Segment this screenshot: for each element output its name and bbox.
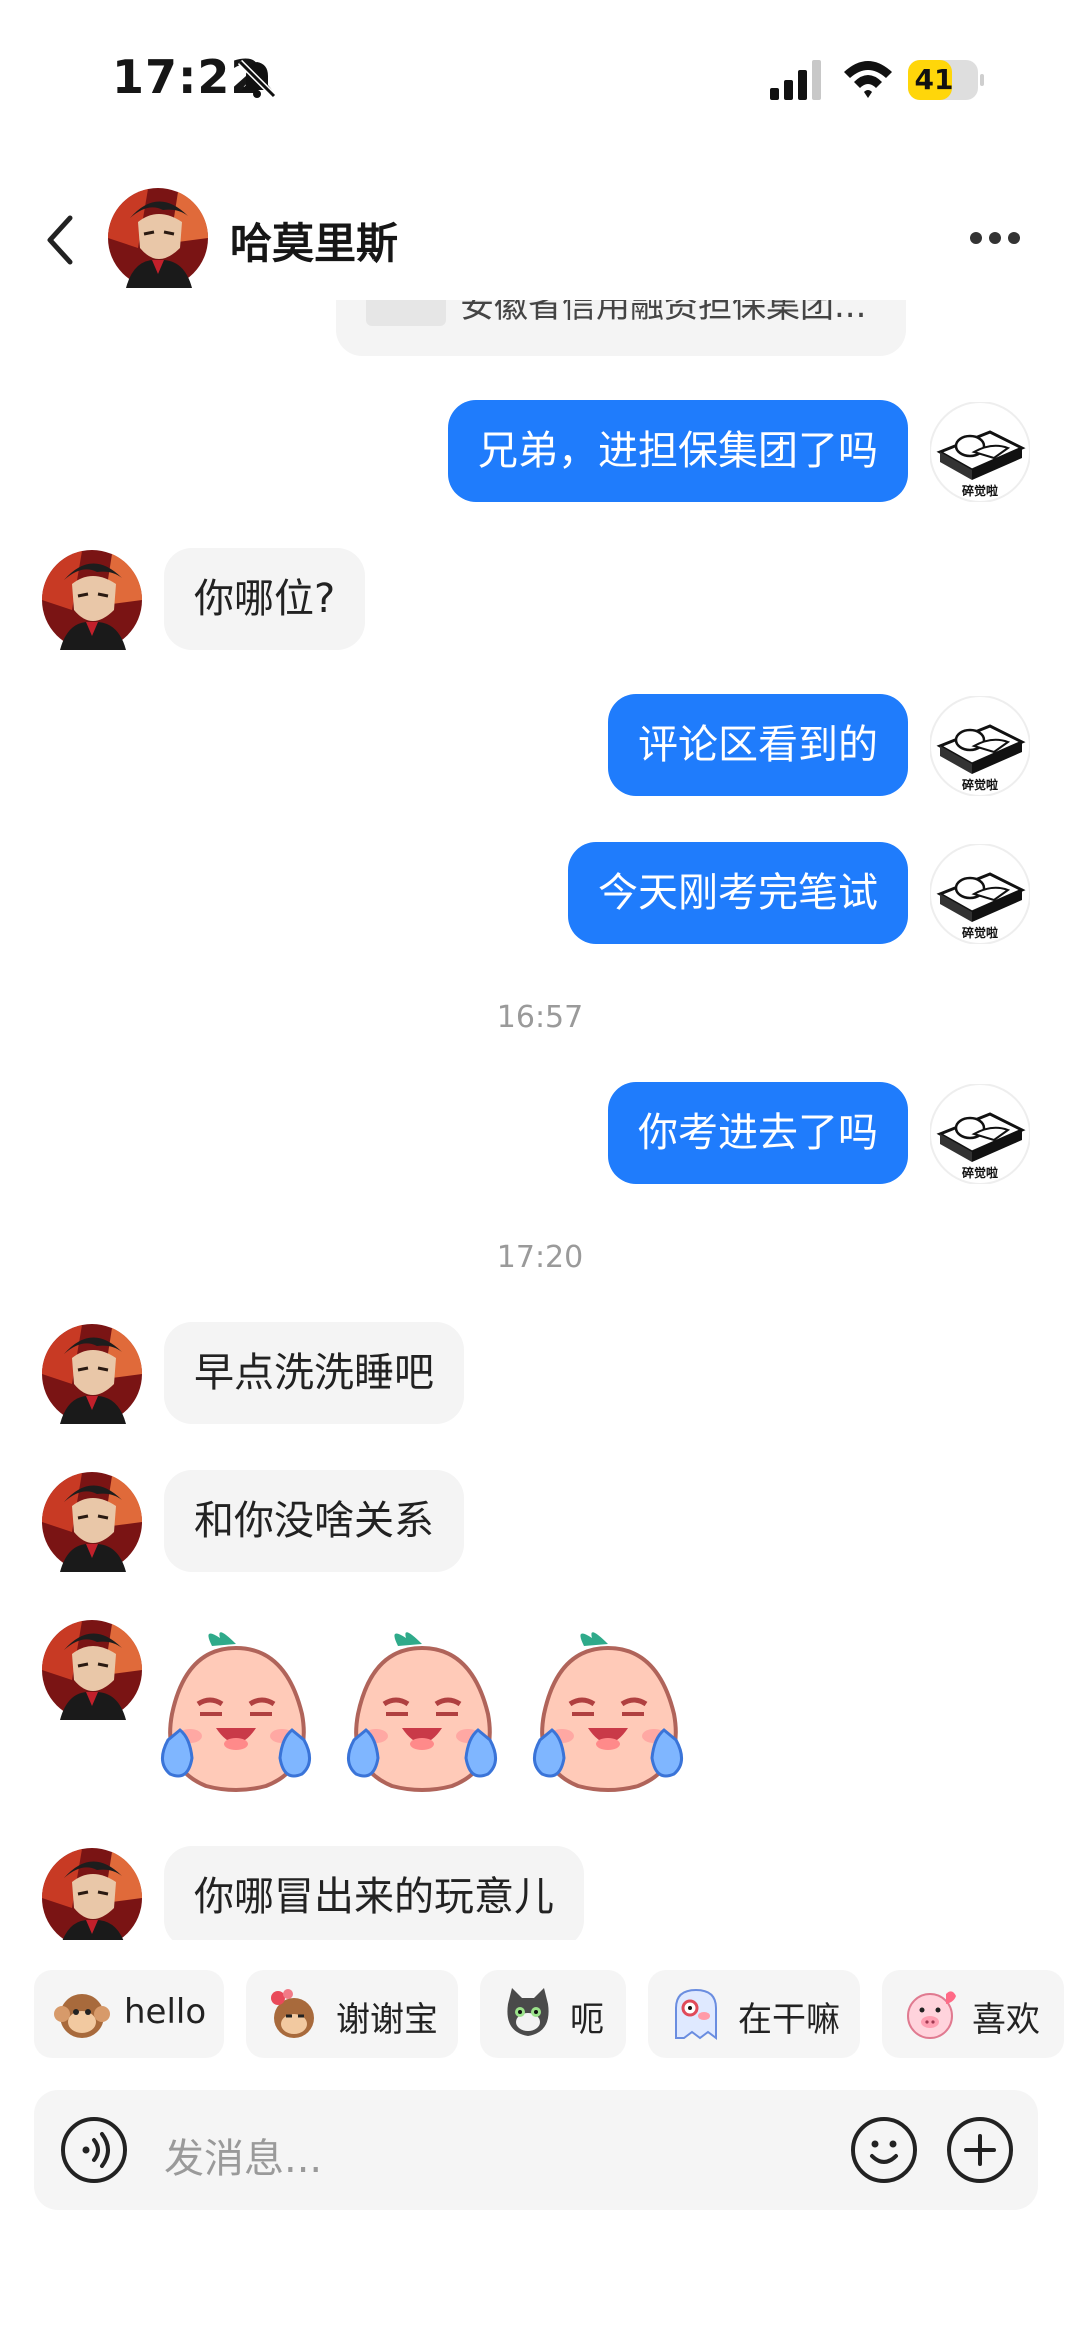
my-avatar[interactable]: [930, 1084, 1030, 1184]
quick-reply-bar: hello 谢谢宝 呃 在干嘛 喜欢: [0, 1970, 1080, 2060]
message-row: 兄弟，进担保集团了吗: [0, 400, 1080, 510]
contact-avatar[interactable]: [42, 550, 142, 650]
quick-reply-chip[interactable]: 在干嘛: [648, 1970, 860, 2058]
monkey-flower-emoji-icon: [271, 1989, 314, 2038]
message-row: 你哪位?: [0, 548, 1080, 658]
message-bubble-incoming[interactable]: 你哪位?: [164, 548, 366, 650]
quick-reply-chip[interactable]: 呃: [480, 1970, 626, 2058]
ghost-emoji-icon: [675, 1988, 717, 2040]
message-input-bar: 发消息...: [34, 2090, 1038, 2210]
quick-reply-label: 呃: [570, 2000, 604, 2040]
message-bubble-incoming[interactable]: 你哪冒出来的玩意儿: [164, 1846, 584, 1940]
sticker-message-row: [0, 1618, 1080, 1808]
contact-avatar[interactable]: [108, 188, 208, 288]
quick-reply-label: 谢谢宝: [336, 2000, 438, 2040]
emoji-icon[interactable]: [848, 2114, 920, 2186]
message-bubble-outgoing[interactable]: 评论区看到的: [608, 694, 908, 796]
crying-laugh-sticker[interactable]: [518, 1618, 698, 1798]
monkey-emoji-icon: [54, 1994, 110, 2038]
mute-bell-icon: [237, 59, 277, 99]
voice-icon[interactable]: [58, 2114, 130, 2186]
my-avatar[interactable]: [930, 844, 1030, 944]
quick-reply-chip[interactable]: 喜欢: [882, 1970, 1064, 2058]
quick-reply-chip[interactable]: hello: [34, 1970, 224, 2058]
pig-emoji-icon: [907, 1991, 956, 2039]
quick-reply-label: 在干嘛: [738, 2000, 840, 2040]
shared-card[interactable]: 安徽省信用融资担保集团...: [336, 300, 906, 356]
my-avatar[interactable]: [930, 696, 1030, 796]
battery-indicator: 41: [908, 60, 984, 100]
message-row: 今天刚考完笔试: [0, 842, 1080, 952]
signal-icon: [770, 60, 821, 100]
message-row: 评论区看到的: [0, 694, 1080, 804]
more-icon[interactable]: [970, 232, 1020, 246]
message-list[interactable]: 安徽省信用融资担保集团... 兄弟，进担保集团了吗 你哪位? 评论区看到的 今天…: [0, 300, 1080, 1940]
status-bar: 17:22 41: [0, 0, 1080, 160]
message-bubble-outgoing[interactable]: 兄弟，进担保集团了吗: [448, 400, 908, 502]
back-icon[interactable]: [40, 210, 80, 270]
message-bubble-outgoing[interactable]: 你考进去了吗: [608, 1082, 908, 1184]
message-bubble-incoming[interactable]: 和你没啥关系: [164, 1470, 464, 1572]
message-row: 和你没啥关系: [0, 1470, 1080, 1580]
quick-reply-label: hello: [124, 1992, 207, 2032]
timestamp: 16:57: [496, 1000, 584, 1035]
document-icon: [366, 300, 446, 326]
message-row: 早点洗洗睡吧: [0, 1322, 1080, 1432]
shared-card-text: 安徽省信用融资担保集团...: [460, 300, 867, 326]
quick-reply-label: 喜欢: [972, 2000, 1040, 2040]
contact-avatar[interactable]: [42, 1620, 142, 1720]
message-row: 你考进去了吗: [0, 1082, 1080, 1192]
quick-reply-chip[interactable]: 谢谢宝: [246, 1970, 458, 2058]
timestamp: 17:20: [496, 1240, 584, 1275]
plus-icon[interactable]: [944, 2114, 1016, 2186]
cat-emoji-icon: [507, 1988, 549, 2036]
crying-laugh-sticker[interactable]: [332, 1618, 512, 1798]
contact-avatar[interactable]: [42, 1848, 142, 1940]
message-bubble-incoming[interactable]: 早点洗洗睡吧: [164, 1322, 464, 1424]
crying-laugh-sticker[interactable]: [146, 1618, 326, 1798]
battery-level: 41: [914, 63, 954, 96]
message-input[interactable]: 发消息...: [164, 2126, 322, 2184]
my-avatar[interactable]: [930, 402, 1030, 502]
wifi-icon: [844, 61, 892, 98]
chat-header: 哈莫里斯: [0, 180, 1080, 300]
contact-avatar[interactable]: [42, 1324, 142, 1424]
message-bubble-outgoing[interactable]: 今天刚考完笔试: [568, 842, 908, 944]
contact-name[interactable]: 哈莫里斯: [230, 210, 398, 271]
contact-avatar[interactable]: [42, 1472, 142, 1572]
message-row: 你哪冒出来的玩意儿: [0, 1846, 1080, 1940]
